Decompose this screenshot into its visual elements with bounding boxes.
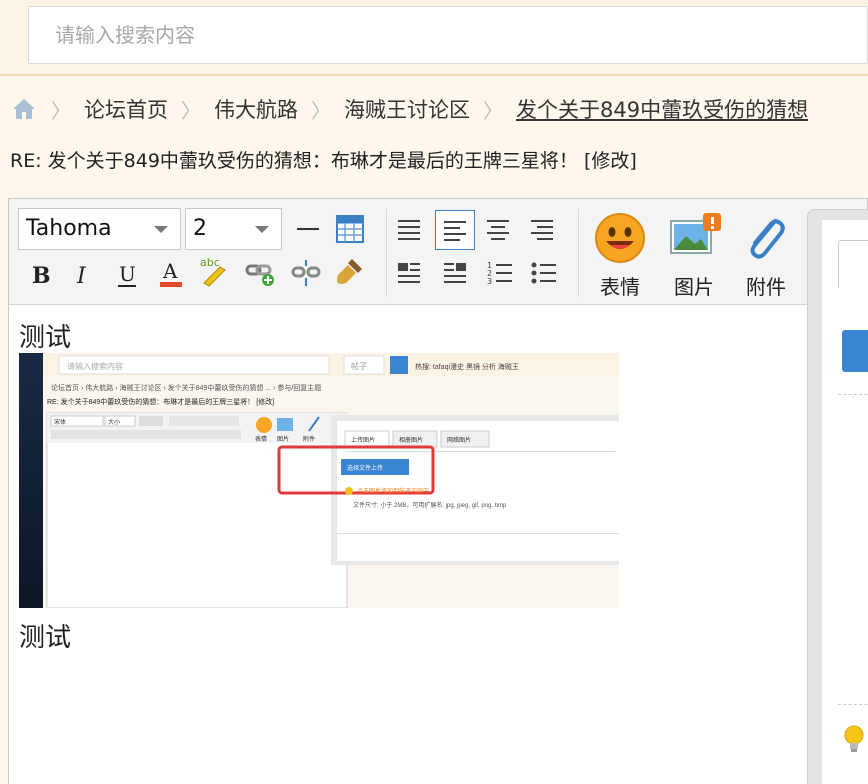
image-label: 图片 — [674, 275, 714, 299]
ordered-list-icon[interactable]: 123 — [483, 257, 517, 289]
chevron-down-icon — [154, 226, 168, 233]
emoji-icon — [593, 211, 647, 265]
thumb-attach: 附件 — [303, 435, 315, 443]
emoji-button[interactable]: 表情 — [585, 207, 655, 299]
hr-icon[interactable] — [291, 213, 325, 245]
thumb-tab-upload: 上传图片 — [351, 436, 375, 444]
bold-icon[interactable]: B — [23, 259, 57, 291]
float-left-icon[interactable] — [392, 257, 426, 289]
dialog-body — [822, 220, 868, 784]
breadcrumb-current-thread[interactable]: 发个关于849中蕾玖受伤的猜想 — [516, 94, 808, 124]
font-family-select[interactable]: Tahoma — [18, 208, 181, 250]
thumb-emoji: 表情 — [255, 435, 267, 443]
breadcrumb-one-piece-board[interactable]: 海贼王讨论区 — [344, 94, 470, 124]
font-family-value: Tahoma — [26, 216, 112, 241]
breadcrumb-separator: 〉 — [181, 98, 201, 123]
align-right-icon[interactable] — [525, 213, 559, 245]
font-color-icon[interactable]: A — [154, 257, 188, 289]
search-input[interactable] — [29, 7, 867, 63]
top-header — [0, 0, 868, 76]
toolbar-divider — [386, 209, 387, 297]
thumb-breadcrumb: 论坛首页 › 伟大航路 › 海贼王讨论区 › 发个关于849中蕾玖受伤的猜想 .… — [51, 383, 321, 392]
dialog-divider — [838, 704, 868, 705]
image-button[interactable]: 图片 — [659, 207, 729, 299]
rich-text-editor: Tahoma 2 B I U A abc 1 2 3 表情 图片 附件 测试 请… — [8, 198, 868, 784]
thumb-font: 宋体 — [54, 418, 66, 426]
italic-icon[interactable]: I — [66, 259, 100, 291]
search-box — [28, 6, 868, 64]
svg-text:3: 3 — [487, 277, 492, 286]
attachment-button[interactable]: 附件 — [731, 207, 801, 299]
attachment-label: 附件 — [746, 275, 786, 299]
thumb-tab-web: 网络图片 — [447, 436, 471, 444]
svg-text:abc: abc — [200, 256, 220, 269]
embedded-screenshot-image: 请输入搜索内容 帖子 热搜: tafaqi漫史 黑镜 分析 海贼王 论坛首页 ›… — [19, 353, 619, 608]
underline-icon[interactable]: U — [110, 259, 144, 291]
svg-text:I: I — [76, 264, 87, 288]
thumb-image: 图片 — [277, 435, 289, 443]
editor-content[interactable]: 测试 请输入搜索内容 帖子 热搜: tafaqi漫史 黑镜 分析 海贼王 论坛首… — [9, 305, 804, 784]
link-icon[interactable] — [243, 257, 277, 289]
unlink-icon[interactable] — [289, 257, 323, 289]
svg-text:B: B — [32, 263, 51, 288]
lightbulb-icon — [842, 724, 866, 758]
breadcrumb-grand-line[interactable]: 伟大航路 — [214, 94, 298, 124]
thumb-search-placeholder: 请输入搜索内容 — [67, 361, 123, 371]
unordered-list-icon[interactable] — [527, 257, 561, 289]
image-icon — [667, 211, 721, 265]
thumb-hot-searches: 热搜: tafaqi漫史 黑镜 分析 海贼王 — [415, 362, 519, 371]
font-size-value: 2 — [193, 216, 207, 241]
thumb-title: RE: 发个关于849中蕾玖受伤的猜想：布琳才是最后的王牌三星将！ [修改] — [47, 397, 274, 406]
svg-text:A: A — [162, 259, 178, 283]
align-left-icon[interactable] — [435, 210, 475, 250]
align-center-icon[interactable] — [481, 213, 515, 245]
page-title: RE: 发个关于849中蕾玖受伤的猜想：布琳才是最后的王牌三星将！ [修改] — [10, 150, 637, 172]
thumb-notice: 点击图片添加到帖子内容中 — [357, 487, 429, 495]
editor-toolbar: Tahoma 2 B I U A abc 1 2 3 表情 图片 附件 — [9, 199, 867, 305]
thumb-tab-album: 相册图片 — [399, 436, 423, 444]
align-justify-icon[interactable] — [392, 213, 426, 245]
dialog-tab[interactable] — [838, 240, 868, 288]
image-upload-dialog — [807, 209, 868, 784]
table-icon[interactable] — [333, 213, 367, 245]
dialog-divider — [838, 394, 868, 395]
breadcrumb-forum-home[interactable]: 论坛首页 — [84, 94, 168, 124]
breadcrumb-separator: 〉 — [51, 98, 71, 123]
content-text-line1: 测试 — [19, 323, 72, 353]
thumb-file-info: 文件尺寸: 小于 2MB，可用扩展名: jpg, jpeg, gif, png,… — [353, 501, 507, 509]
thumb-upload-button: 选择文件上传 — [347, 464, 383, 472]
format-brush-icon[interactable] — [333, 255, 367, 287]
font-size-select[interactable]: 2 — [185, 208, 282, 250]
emoji-label: 表情 — [600, 275, 640, 299]
thumb-size: 大小 — [108, 418, 120, 426]
thumb-search-scope: 帖子 — [351, 361, 367, 371]
spellcheck-icon[interactable]: abc — [197, 255, 231, 287]
home-icon[interactable] — [10, 95, 38, 123]
dialog-upload-button[interactable] — [842, 330, 868, 372]
attachment-icon — [739, 211, 793, 265]
toolbar-divider — [578, 209, 579, 297]
svg-text:U: U — [119, 262, 136, 286]
breadcrumb-separator: 〉 — [311, 98, 331, 123]
float-right-icon[interactable] — [438, 257, 472, 289]
breadcrumb: 〉 论坛首页 〉 伟大航路 〉 海贼王讨论区 〉 发个关于849中蕾玖受伤的猜想 — [10, 92, 808, 126]
chevron-down-icon — [255, 226, 269, 233]
content-text-line2: 测试 — [19, 623, 72, 653]
breadcrumb-separator: 〉 — [483, 98, 503, 123]
